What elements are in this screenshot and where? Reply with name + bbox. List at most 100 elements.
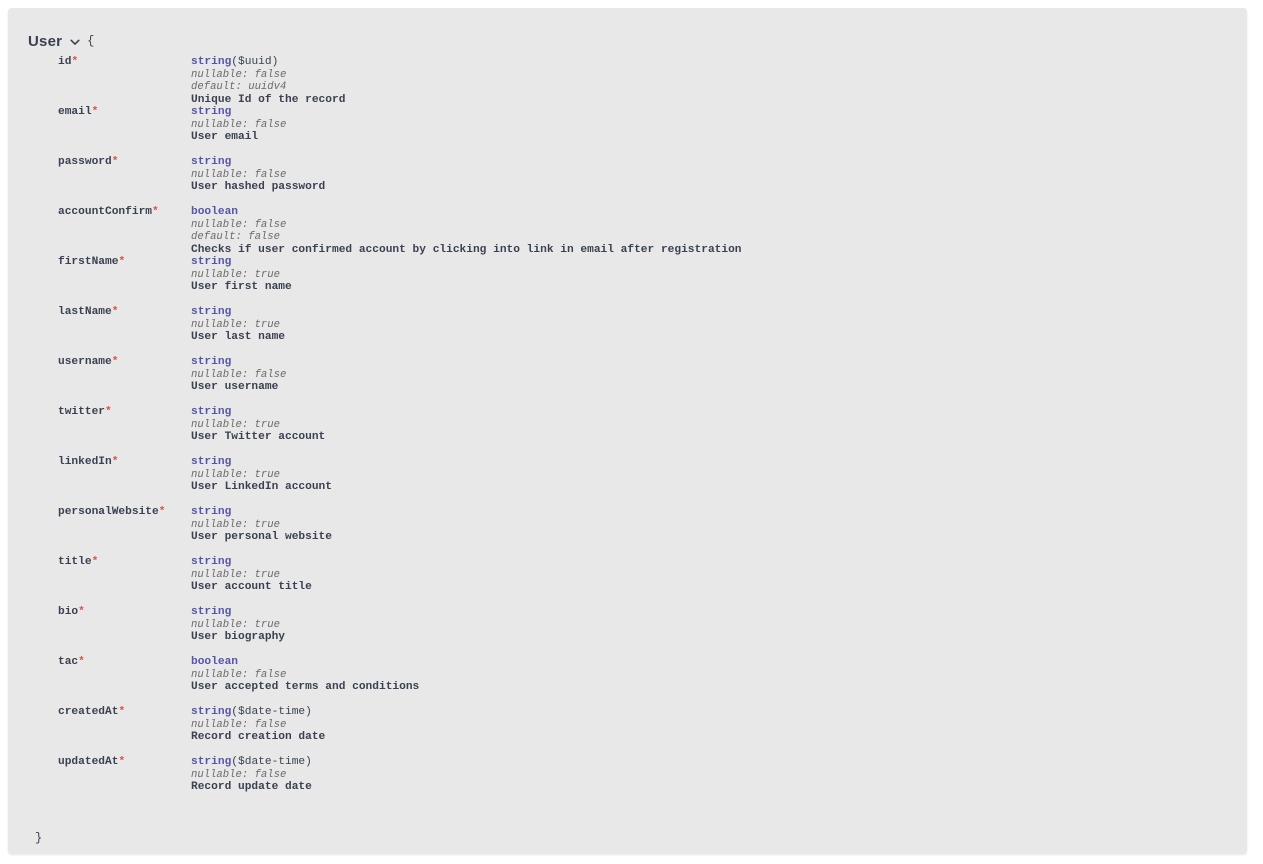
property-row: createdAt* string($date-time) nullable: fa… <box>8 706 1247 756</box>
property-type-line: string <box>191 156 325 169</box>
property-type: string <box>191 556 232 568</box>
property-description: User biography <box>191 631 285 644</box>
property-name: username* <box>58 356 118 369</box>
property-type-line: string <box>191 356 286 369</box>
property-description: User last name <box>191 331 285 344</box>
property-name-text: id <box>58 56 72 68</box>
property-name: firstName* <box>58 256 125 269</box>
property-name-text: title <box>58 556 92 568</box>
property-detail: boolean nullable: false User accepted term… <box>191 656 419 694</box>
property-row: twitter* string nullable: true User Twitter… <box>8 406 1247 456</box>
required-marker: * <box>111 156 119 168</box>
property-meta: nullable: true <box>191 418 281 431</box>
required-marker: * <box>152 206 159 218</box>
property-description: User first name <box>191 281 292 294</box>
property-name-text: linkedIn <box>58 456 112 468</box>
property-type: string <box>191 606 232 618</box>
property-list: id* string($uuid) nullable: false default: … <box>8 56 1247 806</box>
property-name: tac* <box>58 656 85 669</box>
property-name-text: bio <box>58 606 79 618</box>
required-marker: * <box>91 556 99 568</box>
property-row: lastName* string nullable: true User last n… <box>8 306 1247 356</box>
required-marker: * <box>78 606 85 618</box>
property-type-line: string <box>191 506 332 519</box>
required-marker: * <box>118 256 126 268</box>
property-meta: nullable: false <box>191 218 287 231</box>
property-type: string <box>191 356 232 368</box>
property-format: ($uuid) <box>231 56 279 68</box>
property-name-text: personalWebsite <box>58 506 159 518</box>
property-type: string <box>191 106 232 118</box>
required-marker: * <box>91 106 99 118</box>
property-description: Unique Id of the record <box>191 94 346 107</box>
model-title: User <box>28 32 63 50</box>
property-type: string <box>191 406 232 418</box>
required-marker: * <box>111 306 119 318</box>
required-marker: * <box>111 356 119 368</box>
property-description: User Twitter account <box>191 431 326 444</box>
property-name: id* <box>58 56 78 69</box>
property-type-line: boolean <box>191 656 419 669</box>
property-detail: string nullable: true User LinkedIn accoun… <box>191 456 332 494</box>
property-name: email* <box>58 106 98 119</box>
property-meta: nullable: true <box>191 618 281 631</box>
property-meta: nullable: false <box>191 768 287 781</box>
property-meta: nullable: false <box>191 368 287 381</box>
property-name: createdAt* <box>58 706 125 719</box>
property-description: User account title <box>191 581 312 594</box>
property-meta: nullable: true <box>191 468 281 481</box>
property-detail: string($date-time) nullable: false Record … <box>191 706 325 744</box>
brace-close: } <box>35 831 43 845</box>
property-name: linkedIn* <box>58 456 118 469</box>
property-description: Record creation date <box>191 731 326 744</box>
property-detail: string nullable: true User biography <box>191 606 285 644</box>
property-meta: nullable: true <box>191 318 281 331</box>
property-row: title* string nullable: true User account t… <box>8 556 1247 606</box>
schema-model-panel: User { id* string($uuid) nullable: false de… <box>8 8 1247 854</box>
chevron-down-icon[interactable] <box>69 36 81 48</box>
required-marker: * <box>71 56 79 68</box>
model-header[interactable]: User { <box>28 31 94 51</box>
property-detail: string nullable: false User email <box>191 106 286 144</box>
property-type-line: string <box>191 256 292 269</box>
property-row: personalWebsite* string nullable: true User… <box>8 506 1247 556</box>
property-description: User personal website <box>191 531 332 544</box>
property-name-text: password <box>58 156 112 168</box>
property-name-text: firstName <box>58 256 119 268</box>
property-description: User email <box>191 131 259 144</box>
property-description: User accepted terms and conditions <box>191 681 420 694</box>
property-meta: nullable: false <box>191 168 287 181</box>
property-meta: nullable: false <box>191 668 287 681</box>
required-marker: * <box>118 756 126 768</box>
property-type: string <box>191 256 232 268</box>
property-description: User username <box>191 381 279 394</box>
property-type-line: string($date-time) <box>191 756 312 769</box>
property-name-text: updatedAt <box>58 756 119 768</box>
property-type: boolean <box>191 656 238 668</box>
property-name: twitter* <box>58 406 112 419</box>
property-type-line: string <box>191 306 285 319</box>
property-name: bio* <box>58 606 85 619</box>
property-name: lastName* <box>58 306 118 319</box>
property-row: password* string nullable: false User hashe… <box>8 156 1247 206</box>
property-detail: string nullable: true User last name <box>191 306 285 344</box>
property-row: updatedAt* string($date-time) nullable: fa… <box>8 756 1247 806</box>
property-name-text: accountConfirm <box>58 206 152 218</box>
property-meta: nullable: true <box>191 268 281 281</box>
property-detail: string nullable: true User personal websit… <box>191 506 332 544</box>
property-name: personalWebsite* <box>58 506 165 519</box>
property-name: password* <box>58 156 118 169</box>
property-description: User LinkedIn account <box>191 481 332 494</box>
property-row: username* string nullable: false User usern… <box>8 356 1247 406</box>
brace-open: { <box>87 34 95 48</box>
property-meta: nullable: true <box>191 568 281 581</box>
property-type-line: string($date-time) <box>191 706 325 719</box>
property-name-text: tac <box>58 656 79 668</box>
property-description: User hashed password <box>191 181 326 194</box>
property-type: string <box>191 706 232 718</box>
property-type: string <box>191 756 232 768</box>
property-meta: default: uuidv4 <box>191 81 287 94</box>
property-name-text: lastName <box>58 306 112 318</box>
property-type-line: string <box>191 406 325 419</box>
property-meta: nullable: true <box>191 518 281 531</box>
